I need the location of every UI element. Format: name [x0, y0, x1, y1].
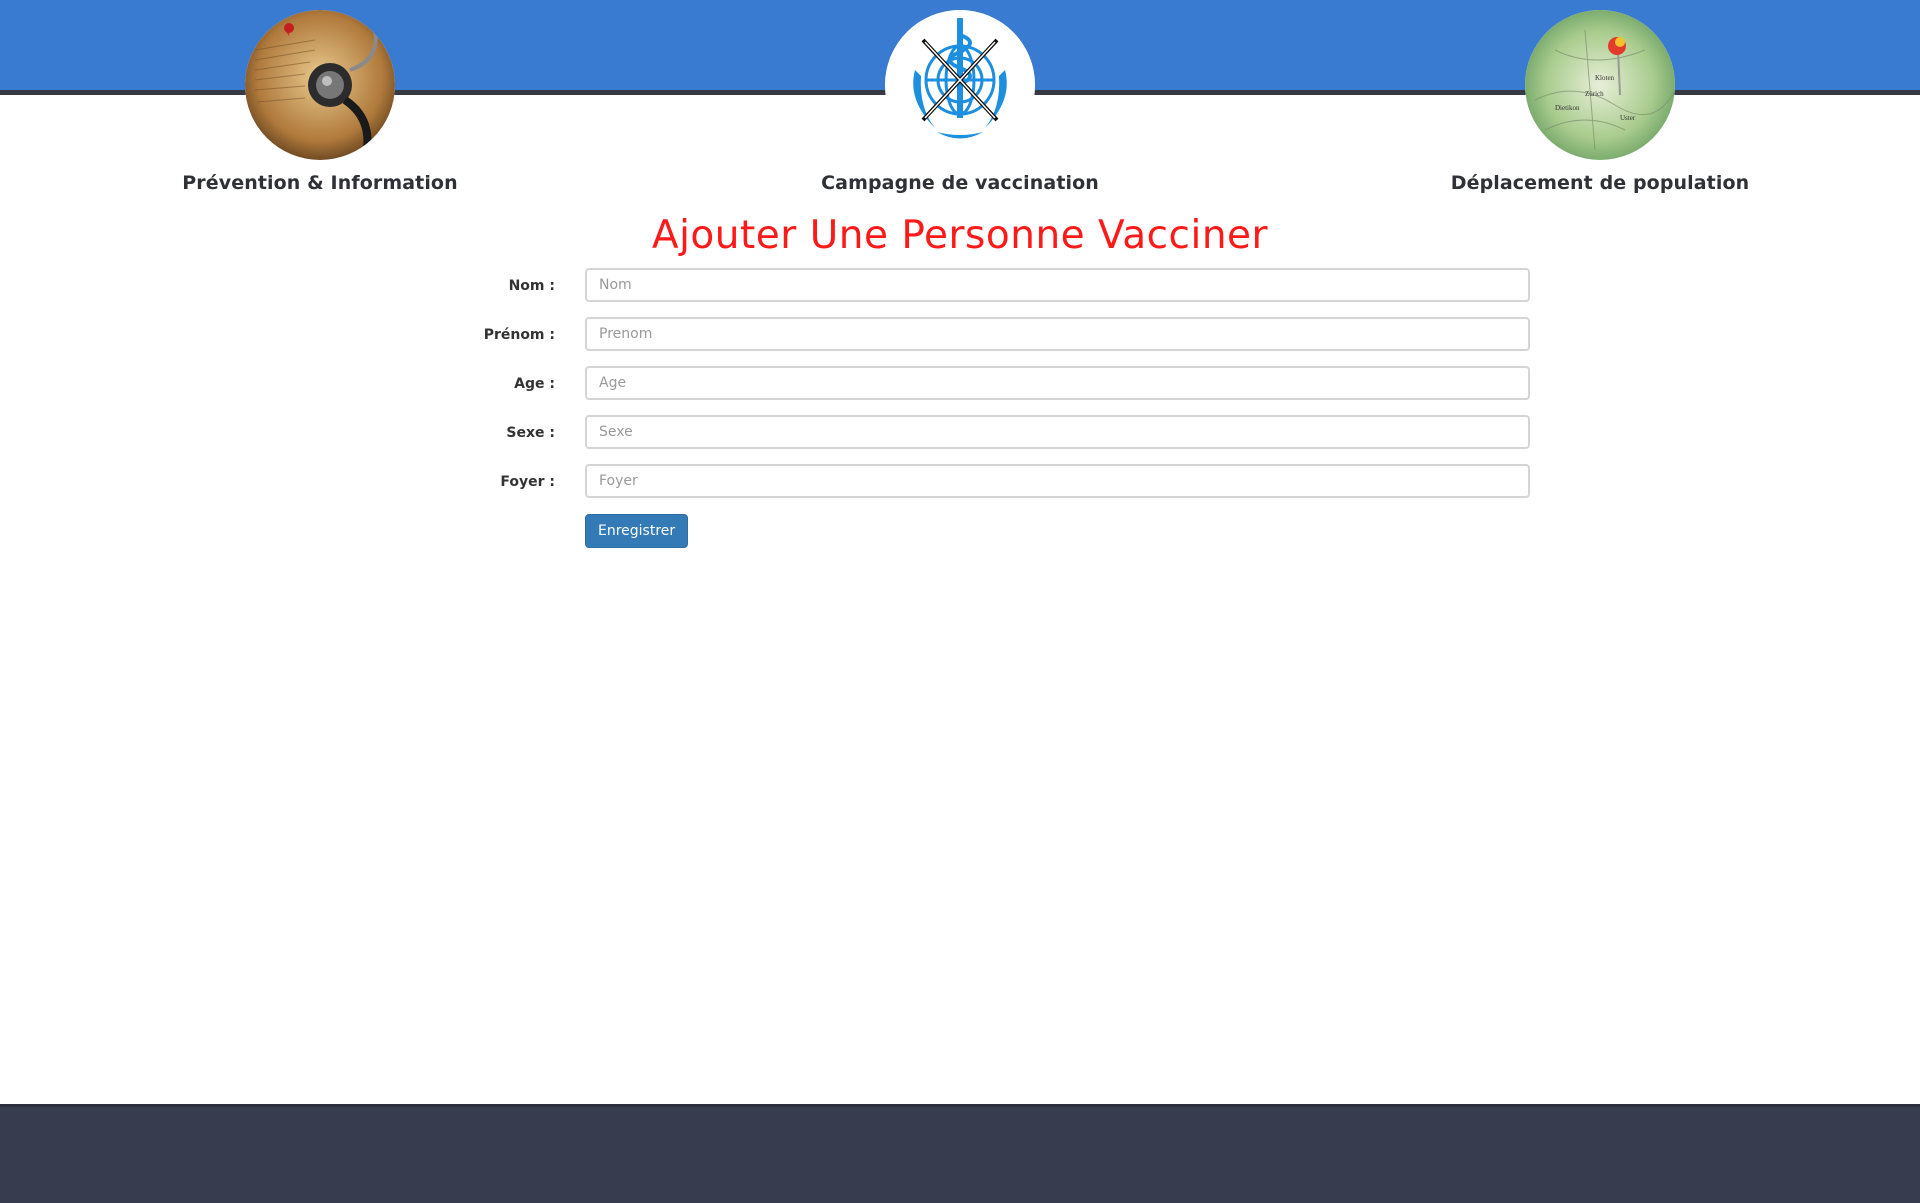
- nav-label-deplacement: Déplacement de population: [1450, 172, 1750, 194]
- nav-label-prevention: Prévention & Information: [182, 172, 458, 194]
- form-row-age: Age :: [430, 366, 1530, 402]
- form-title: Ajouter Une Personne Vacciner: [651, 213, 1269, 258]
- svg-text:Dietikon: Dietikon: [1555, 104, 1580, 112]
- svg-text:Zürich: Zürich: [1585, 90, 1604, 98]
- form-row-foyer: Foyer :: [430, 464, 1530, 500]
- sexe-label: Sexe :: [506, 425, 555, 441]
- footer-bar: [0, 1104, 1920, 1203]
- age-label: Age :: [514, 376, 555, 392]
- form-row-sexe: Sexe :: [430, 415, 1530, 451]
- svg-text:Uster: Uster: [1620, 114, 1636, 122]
- nav-label-vaccination: Campagne de vaccination: [821, 172, 1099, 194]
- form-row-prenom: Prénom :: [430, 317, 1530, 353]
- nav-card-deplacement[interactable]: Zürich Dietikon Uster Kloten Déplacement…: [1380, 10, 1820, 194]
- sexe-input[interactable]: [585, 415, 1530, 449]
- nav-card-vaccination[interactable]: Campagne de vaccination: [740, 10, 1180, 194]
- save-button[interactable]: Enregistrer: [585, 514, 689, 548]
- prenom-label: Prénom :: [483, 327, 555, 343]
- foyer-label: Foyer :: [500, 474, 555, 490]
- map-pin-icon: Zürich Dietikon Uster Kloten: [1525, 10, 1675, 160]
- foyer-input[interactable]: [585, 464, 1530, 498]
- stethoscope-book-icon: [245, 10, 395, 160]
- nav-card-prevention[interactable]: Prévention & Information: [100, 10, 540, 194]
- nom-label: Nom :: [508, 278, 555, 294]
- age-input[interactable]: [585, 366, 1530, 400]
- svg-text:Kloten: Kloten: [1595, 74, 1615, 82]
- who-vaccination-logo-icon: [885, 10, 1035, 160]
- prenom-input[interactable]: [585, 317, 1530, 351]
- nom-input[interactable]: [585, 268, 1530, 302]
- form-row-nom: Nom :: [430, 268, 1530, 304]
